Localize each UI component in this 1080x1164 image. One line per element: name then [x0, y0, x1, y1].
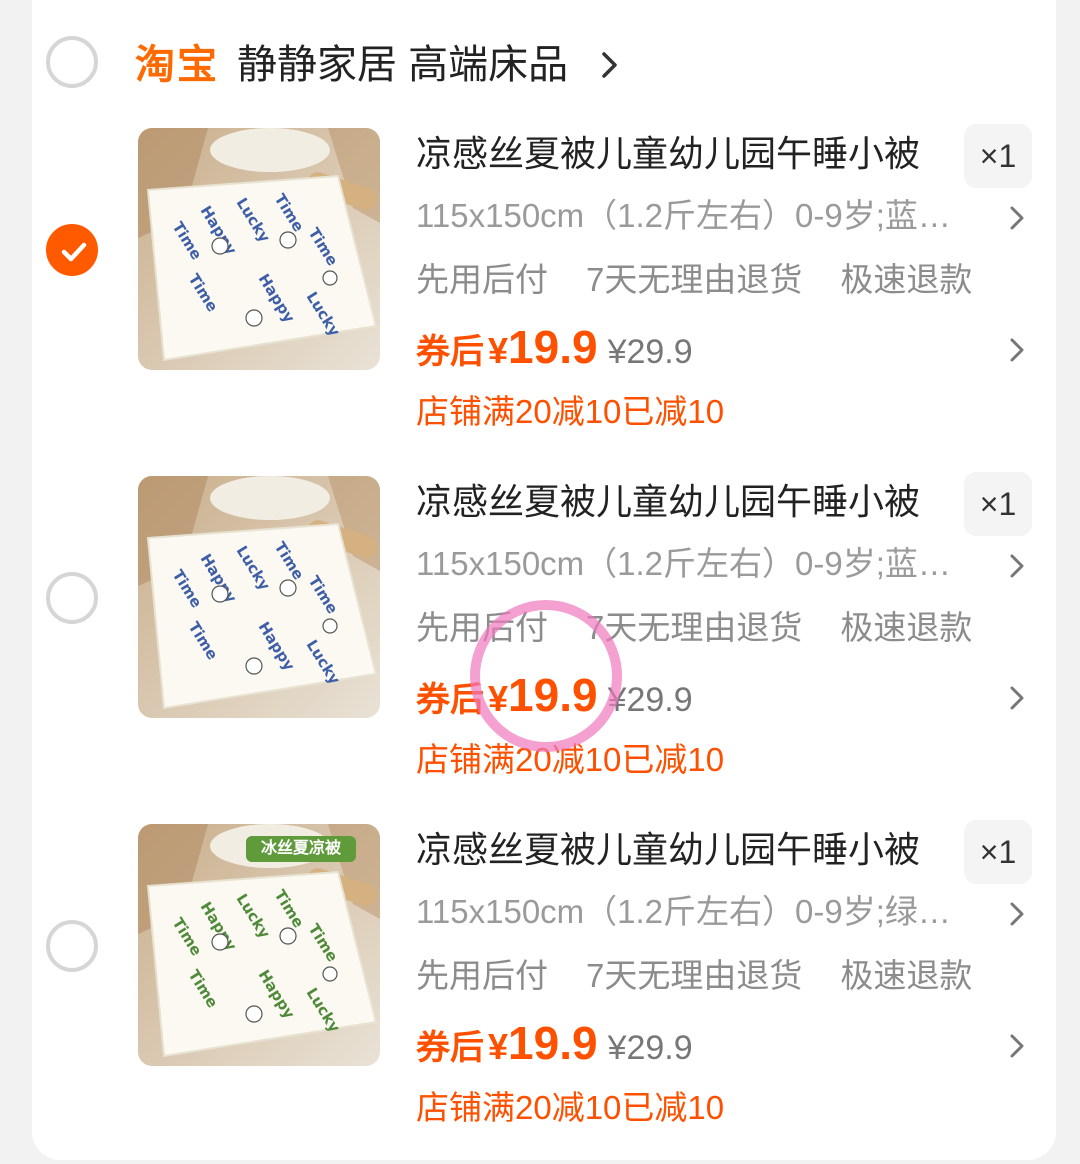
price-symbol: ¥ — [488, 1026, 509, 1067]
product-thumbnail[interactable]: Time Happy Lucky Time Time Time Happy Lucky — [138, 128, 380, 370]
shop-header: 淘宝 静静家居 高端床品 — [32, 0, 1056, 120]
chevron-right-icon[interactable] — [1008, 900, 1026, 928]
service-tag: 7天无理由退货 — [586, 957, 803, 994]
quantity-button[interactable]: ×1 — [964, 124, 1032, 188]
chevron-right-icon[interactable] — [1008, 552, 1026, 580]
price-symbol: ¥ — [488, 678, 509, 719]
product-title[interactable]: 凉感丝夏被儿童幼儿园午睡小被 — [416, 130, 920, 178]
cart-item[interactable]: Time Happy Lucky Time Time Time Happy Lucky 冰丝夏凉… — [32, 820, 1056, 1164]
service-tags: 先用后付 7天无理由退货 极速退款 — [416, 954, 1010, 998]
cart-item[interactable]: Time Happy Lucky Time Time Time Happy Lucky 凉感丝夏… — [32, 124, 1056, 468]
coupon-label: 券后 — [416, 681, 484, 719]
coupon-label: 券后 — [416, 1029, 484, 1067]
checkmark-icon — [61, 242, 87, 262]
service-tag: 极速退款 — [840, 261, 973, 298]
chevron-right-icon[interactable] — [1008, 336, 1026, 364]
sku-spec-selector[interactable]: 115x150cm（1.2斤左右）0-9岁;蓝… — [416, 194, 976, 238]
price-symbol: ¥ — [488, 330, 509, 371]
service-tags: 先用后付 7天无理由退货 极速退款 — [416, 258, 1010, 302]
product-title[interactable]: 凉感丝夏被儿童幼儿园午睡小被 — [416, 826, 920, 874]
promo-text: 店铺满20减10已减10 — [416, 741, 725, 778]
product-thumbnail[interactable]: Time Happy Lucky Time Time Time Happy Lucky 冰丝夏凉… — [138, 824, 380, 1066]
quantity-button[interactable]: ×1 — [964, 472, 1032, 536]
original-price: ¥29.9 — [607, 681, 693, 719]
service-tag: 先用后付 — [416, 261, 548, 298]
product-image-badge: 冰丝夏凉被 — [260, 840, 341, 857]
service-tags: 先用后付 7天无理由退货 极速退款 — [416, 606, 1010, 650]
taobao-logo: 淘宝 — [135, 43, 219, 87]
price-row[interactable]: 券后 ¥19.9 ¥29.9 — [416, 320, 693, 376]
sku-spec-selector[interactable]: 115x150cm（1.2斤左右）0-9岁;绿… — [416, 890, 976, 934]
shop-name-link[interactable]: 静静家居 高端床品 — [237, 40, 568, 90]
chevron-right-icon[interactable] — [1008, 684, 1026, 712]
service-tag: 7天无理由退货 — [586, 261, 803, 298]
product-image: TimeHappyLuckyTimeTimeTime Happy Lucky — [138, 128, 380, 370]
service-tag: 7天无理由退货 — [586, 609, 803, 646]
price-value: 19.9 — [508, 1017, 598, 1069]
product-title[interactable]: 凉感丝夏被儿童幼儿园午睡小被 — [416, 478, 920, 526]
promo-text: 店铺满20减10已减10 — [416, 1089, 725, 1126]
chevron-right-icon[interactable] — [1008, 204, 1026, 232]
chevron-right-icon[interactable] — [1008, 1032, 1026, 1060]
product-image: TimeHappyLuckyTimeTimeTime Happy Lucky — [138, 476, 380, 718]
chevron-right-icon[interactable] — [600, 50, 620, 80]
item-select-checkbox[interactable] — [46, 224, 98, 276]
coupon-price: ¥19.9 — [488, 1017, 598, 1069]
service-tag: 先用后付 — [416, 609, 548, 646]
promo-text: 店铺满20减10已减10 — [416, 393, 725, 430]
coupon-label: 券后 — [416, 333, 484, 371]
price-value: 19.9 — [508, 321, 598, 373]
price-row[interactable]: 券后 ¥19.9 ¥29.9 — [416, 1016, 693, 1072]
coupon-price: ¥19.9 — [488, 669, 598, 721]
price-value: 19.9 — [508, 669, 598, 721]
product-thumbnail[interactable]: Time Happy Lucky Time Time Time Happy Lucky — [138, 476, 380, 718]
item-select-checkbox[interactable] — [46, 572, 98, 624]
quantity-button[interactable]: ×1 — [964, 820, 1032, 884]
service-tag: 极速退款 — [840, 957, 973, 994]
price-row[interactable]: 券后 ¥19.9 ¥29.9 — [416, 668, 693, 724]
item-select-checkbox[interactable] — [46, 920, 98, 972]
coupon-price: ¥19.9 — [488, 321, 598, 373]
original-price: ¥29.9 — [607, 333, 693, 371]
sku-spec-selector[interactable]: 115x150cm（1.2斤左右）0-9岁;蓝… — [416, 542, 976, 586]
original-price: ¥29.9 — [607, 1029, 693, 1067]
service-tag: 先用后付 — [416, 957, 548, 994]
cart-shop-card: 淘宝 静静家居 高端床品 Time Happy Lucky Time Time Time H… — [32, 0, 1056, 1160]
shop-select-checkbox[interactable] — [46, 36, 98, 88]
cart-item[interactable]: Time Happy Lucky Time Time Time Happy Lucky 凉感丝夏… — [32, 472, 1056, 816]
service-tag: 极速退款 — [840, 609, 973, 646]
